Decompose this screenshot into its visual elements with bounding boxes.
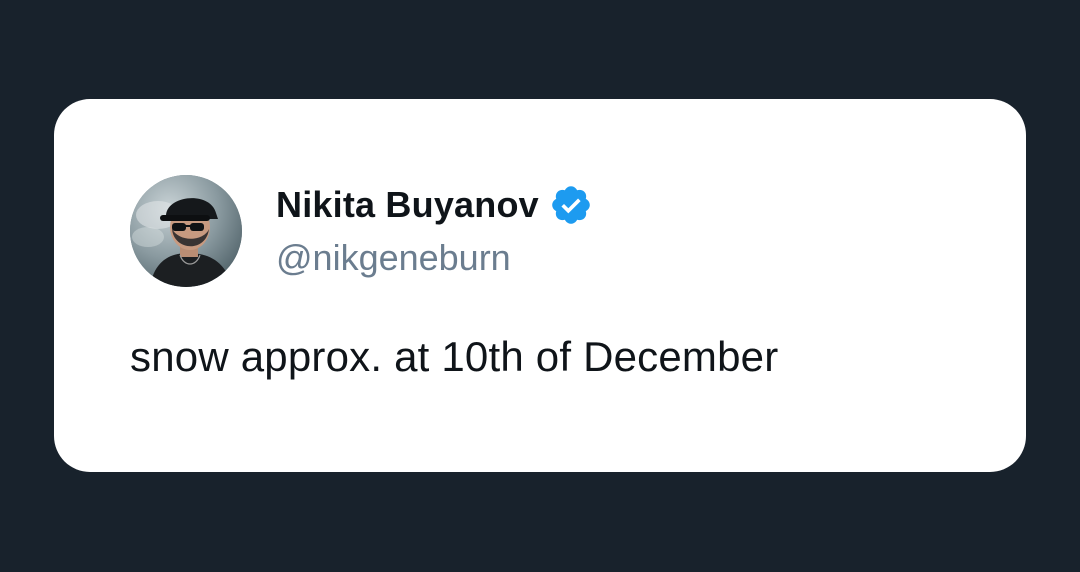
- author-avatar[interactable]: [130, 175, 242, 287]
- tweet-text: snow approx. at 10th of December: [130, 333, 779, 380]
- author-name-row: Nikita Buyanov: [276, 181, 593, 229]
- tweet-card[interactable]: Nikita Buyanov @nikgeneburn snow approx.…: [54, 99, 1026, 472]
- avatar-photo-icon: [130, 175, 242, 287]
- verified-badge-icon: [549, 183, 593, 227]
- author-handle[interactable]: @nikgeneburn: [276, 237, 511, 279]
- author-name[interactable]: Nikita Buyanov: [276, 184, 539, 226]
